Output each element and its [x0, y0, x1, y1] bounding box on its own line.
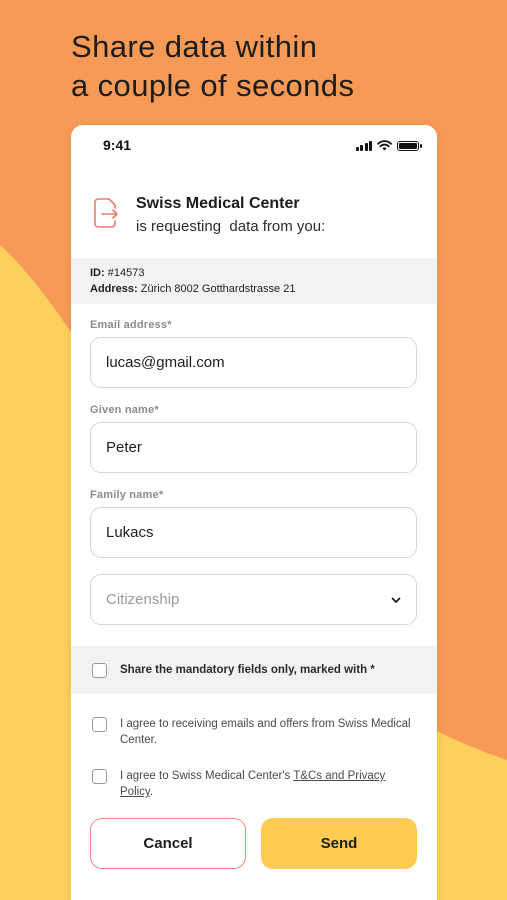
- email-value: lucas@gmail.com: [106, 354, 225, 371]
- request-id-label: ID:: [90, 267, 105, 279]
- headline: Share data within a couple of seconds: [71, 27, 491, 105]
- emails-consent-option[interactable]: I agree to receiving emails and offers f…: [92, 716, 412, 748]
- given-name-field[interactable]: Peter: [90, 422, 417, 473]
- email-label: Email address*: [90, 319, 172, 331]
- request-message: is requesting data from you:: [136, 218, 326, 235]
- terms-consent-checkbox[interactable]: [92, 769, 107, 784]
- status-time: 9:41: [103, 137, 132, 153]
- terms-consent-label: I agree to Swiss Medical Center's T&Cs a…: [120, 768, 412, 800]
- given-name-label: Given name*: [90, 404, 159, 416]
- mandatory-only-label: Share the mandatory fields only, marked …: [120, 664, 375, 676]
- terms-suffix: .: [149, 786, 154, 798]
- family-name-label: Family name*: [90, 489, 164, 501]
- request-id-value: #14573: [107, 267, 145, 279]
- family-name-field[interactable]: Lukacs: [90, 507, 417, 558]
- headline-line-1: Share data within: [71, 29, 318, 64]
- battery-icon: [397, 140, 422, 151]
- citizenship-placeholder: Citizenship: [106, 591, 180, 608]
- chevron-down-icon: [391, 597, 401, 603]
- mandatory-only-checkbox[interactable]: [92, 662, 107, 678]
- mandatory-only-option[interactable]: Share the mandatory fields only, marked …: [71, 646, 437, 694]
- emails-consent-label: I agree to receiving emails and offers f…: [120, 718, 411, 746]
- phone-screen: 9:41 Swiss Medical Center is requesting …: [71, 125, 437, 900]
- organization-name: Swiss Medical Center: [136, 195, 300, 212]
- request-address-row: Address: Zürich 8002 Gotthardstrasse 21: [90, 281, 418, 297]
- status-icons: [355, 140, 422, 151]
- status-bar: 9:41: [71, 125, 437, 165]
- terms-prefix: I agree to Swiss Medical Center's: [120, 770, 294, 782]
- emails-consent-checkbox[interactable]: [92, 717, 107, 732]
- document-export-icon: [94, 198, 118, 228]
- email-field[interactable]: lucas@gmail.com: [90, 337, 417, 388]
- requester-header: Swiss Medical Center is requesting data …: [93, 195, 423, 247]
- send-button[interactable]: Send: [261, 818, 417, 869]
- given-name-value: Peter: [106, 439, 142, 456]
- wifi-icon: [377, 140, 392, 151]
- headline-line-2: a couple of seconds: [71, 68, 355, 103]
- signal-icon: [355, 140, 372, 151]
- family-name-value: Lukacs: [106, 524, 154, 541]
- request-address-value: Zürich 8002 Gotthardstrasse 21: [140, 283, 296, 295]
- request-address-label: Address:: [90, 283, 138, 295]
- request-id-row: ID: #14573: [90, 265, 418, 281]
- citizenship-select[interactable]: Citizenship: [90, 574, 417, 625]
- terms-consent-option[interactable]: I agree to Swiss Medical Center's T&Cs a…: [92, 768, 412, 800]
- request-info: ID: #14573 Address: Zürich 8002 Gotthard…: [71, 258, 437, 304]
- cancel-button[interactable]: Cancel: [90, 818, 246, 869]
